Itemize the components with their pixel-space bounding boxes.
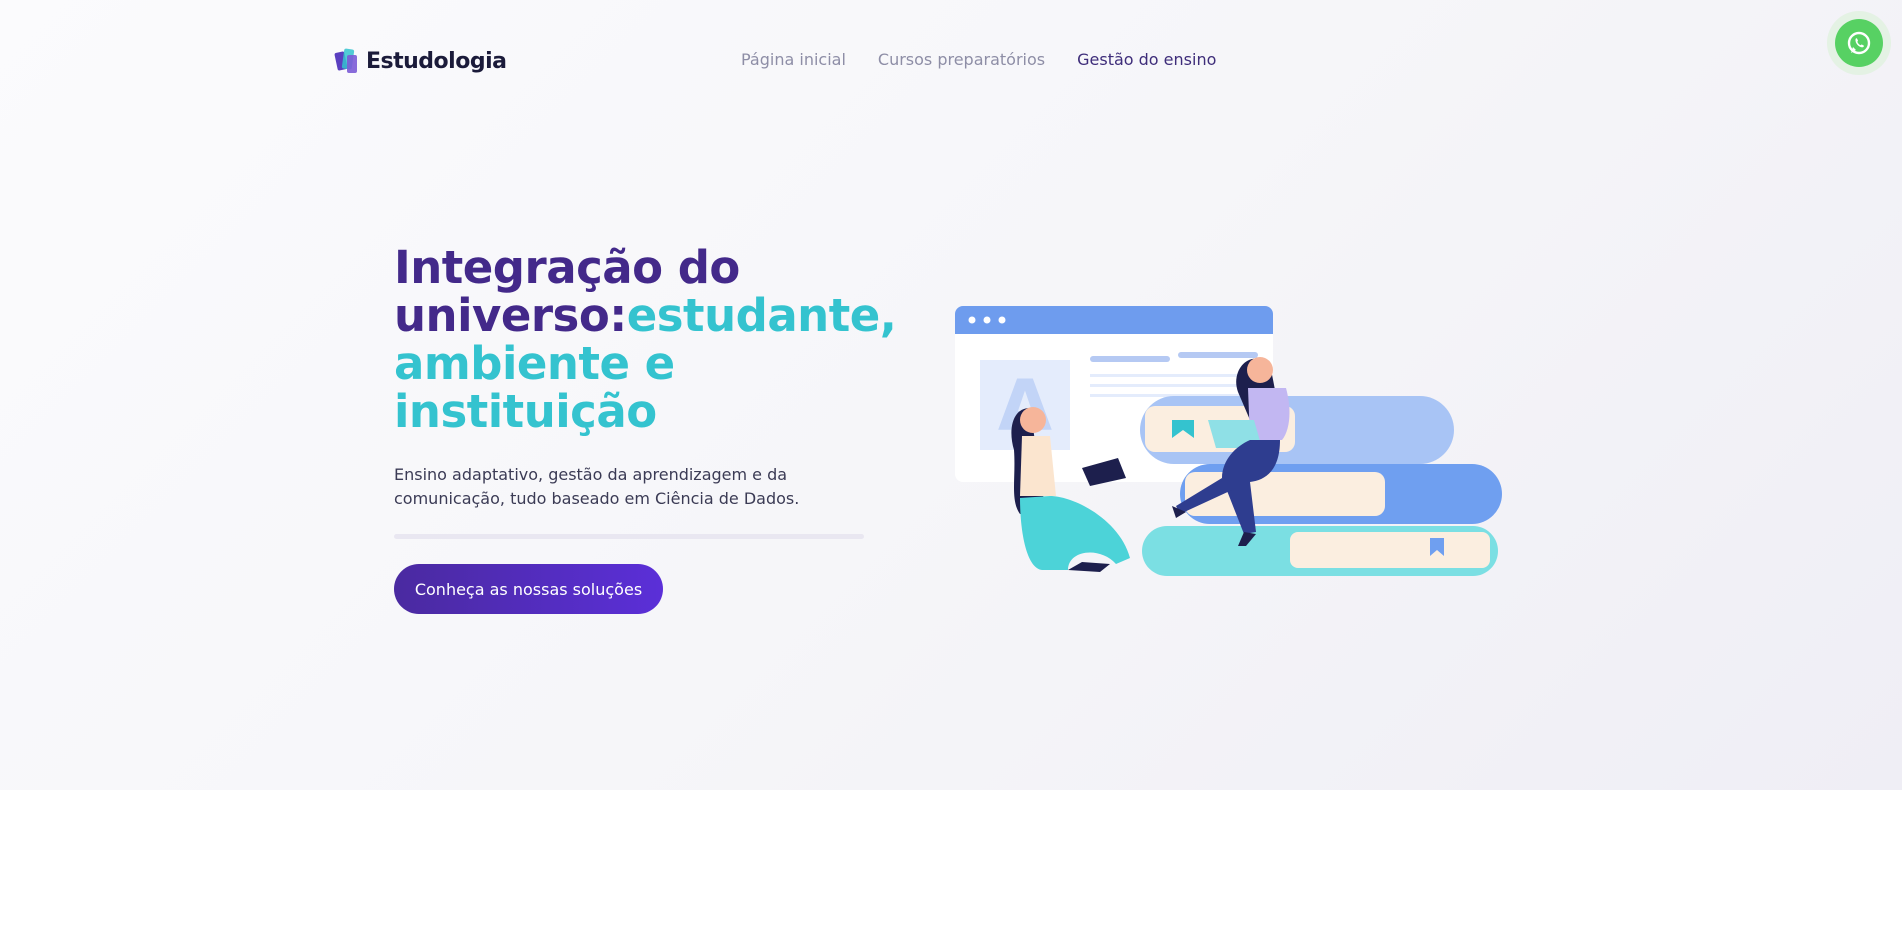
nav-item-home[interactable]: Página inicial (741, 50, 846, 69)
whatsapp-button[interactable] (1827, 11, 1891, 75)
hero-subtitle: Ensino adaptativo, gestão da aprendizage… (394, 465, 800, 508)
whatsapp-icon (1847, 31, 1871, 55)
brand-logo[interactable]: Estudologia (334, 46, 507, 76)
hero-divider (394, 534, 864, 539)
nav-item-courses[interactable]: Cursos preparatórios (878, 50, 1045, 69)
logo-mark-icon (334, 48, 357, 73)
main-nav: Página inicial Cursos preparatórios Gest… (741, 50, 1216, 69)
hero-headline: Integração do universo:estudante, ambien… (394, 244, 897, 436)
hero-illustration: A (955, 306, 1502, 576)
whatsapp-icon-wrap (1835, 19, 1883, 67)
hero-section: Estudologia Página inicial Cursos prepar… (0, 0, 1902, 790)
cta-button[interactable]: Conheça as nossas soluções (394, 564, 663, 614)
brand-name: Estudologia (366, 48, 507, 74)
book-stack-graphic (1140, 396, 1502, 576)
nav-item-teaching-management[interactable]: Gestão do ensino (1077, 50, 1216, 69)
